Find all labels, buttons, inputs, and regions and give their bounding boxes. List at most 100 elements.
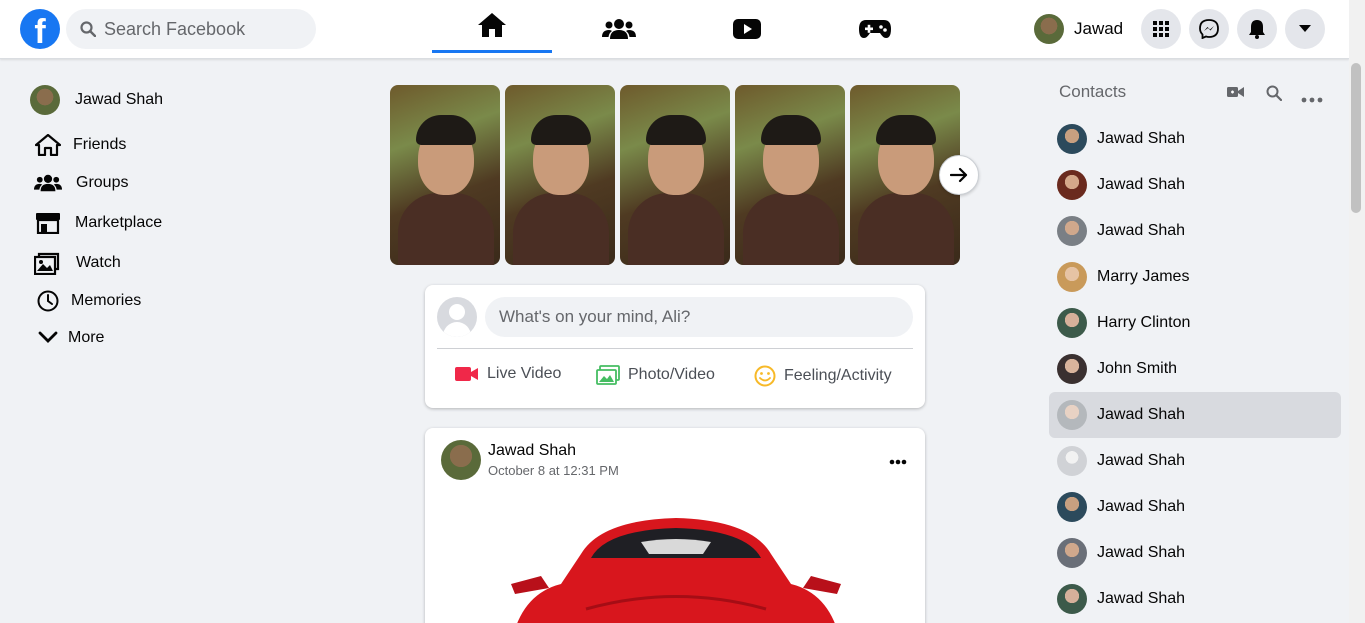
search-contacts-button[interactable]: [1266, 85, 1283, 106]
post-composer: What's on your mind, Ali? Live Video Pho…: [425, 285, 925, 408]
photo-icon: [596, 365, 620, 385]
contact-item[interactable]: Jawad Shah: [1049, 530, 1341, 576]
chevron-down-icon: [30, 331, 66, 345]
avatar: [30, 85, 60, 115]
sidebar-item-label: Marketplace: [75, 214, 163, 231]
bell-icon: [1249, 20, 1265, 39]
sidebar-item-watch[interactable]: Watch: [30, 251, 121, 275]
contact-item[interactable]: Jawad Shah: [1049, 162, 1341, 208]
account-dropdown-button[interactable]: [1285, 9, 1325, 49]
contact-name: Jawad Shah: [1097, 498, 1186, 515]
contact-item[interactable]: Harry Clinton: [1049, 300, 1341, 346]
arrow-right-icon: [950, 167, 968, 183]
contact-name: Harry Clinton: [1097, 314, 1191, 331]
sidebar-item-memories[interactable]: Memories: [30, 290, 141, 312]
profile-chip-name: Jawad: [1074, 19, 1124, 38]
tab-friends[interactable]: [559, 0, 679, 58]
sidebar-item-groups[interactable]: Groups: [30, 173, 128, 193]
sidebar-item-friends[interactable]: Friends: [30, 134, 126, 156]
contact-item[interactable]: Jawad Shah: [1049, 208, 1341, 254]
contact-name: Jawad Shah: [1097, 590, 1186, 607]
post-options-button[interactable]: [889, 452, 907, 470]
page-scrollbar[interactable]: [1349, 0, 1365, 623]
home-icon: [478, 13, 506, 37]
more-horizontal-icon: [1301, 97, 1323, 103]
search-icon: [80, 21, 96, 37]
feed-post: Jawad Shah October 8 at 12:31 PM: [425, 428, 925, 623]
sidebar-item-marketplace[interactable]: Marketplace: [30, 212, 162, 234]
story-card[interactable]: [505, 85, 615, 265]
groups-icon: [30, 173, 66, 193]
tab-gaming[interactable]: [815, 0, 935, 58]
caret-down-icon: [1299, 25, 1311, 32]
search-icon: [1266, 85, 1283, 102]
contact-item[interactable]: Marry James: [1049, 254, 1341, 300]
contact-name: Marry James: [1097, 268, 1190, 285]
menu-button[interactable]: [1141, 9, 1181, 49]
avatar: [1057, 262, 1087, 292]
sidebar-profile[interactable]: Jawad Shah: [30, 85, 163, 115]
composer-input[interactable]: What's on your mind, Ali?: [485, 297, 913, 337]
contact-item[interactable]: John Smith: [1049, 346, 1341, 392]
live-video-label: Live Video: [487, 365, 562, 382]
new-room-button[interactable]: [1227, 85, 1245, 104]
smiley-icon: [754, 365, 776, 387]
story-card[interactable]: [735, 85, 845, 265]
watch-icon: [30, 251, 66, 275]
contact-item[interactable]: Jawad Shah: [1049, 576, 1341, 622]
contact-item[interactable]: Jawad Shah: [1049, 392, 1341, 438]
profile-chip[interactable]: Jawad: [1034, 14, 1123, 44]
contacts-heading: Contacts: [1059, 82, 1127, 101]
logo-letter: f: [34, 13, 46, 49]
avatar: [1057, 124, 1087, 154]
avatar[interactable]: [441, 440, 481, 480]
avatar: [437, 297, 477, 337]
search-bar[interactable]: Search Facebook: [66, 9, 316, 49]
notifications-button[interactable]: [1237, 9, 1277, 49]
photo-video-button[interactable]: Photo/Video: [596, 365, 715, 385]
sidebar-item-more[interactable]: More: [30, 329, 104, 347]
contact-name: Jawad Shah: [1097, 544, 1186, 561]
contact-item[interactable]: Jawad Shah: [1049, 438, 1341, 484]
photo-video-label: Photo/Video: [628, 366, 715, 383]
sidebar-item-label: More: [68, 329, 105, 346]
search-placeholder: Search Facebook: [104, 19, 246, 39]
scrollbar-thumb[interactable]: [1351, 63, 1361, 213]
contact-name: Jawad Shah: [1097, 452, 1186, 469]
avatar: [1057, 538, 1087, 568]
contact-item[interactable]: Jawad Shah: [1049, 484, 1341, 530]
live-video-button[interactable]: Live Video: [455, 365, 561, 383]
messenger-button[interactable]: [1189, 9, 1229, 49]
tab-watch[interactable]: [687, 0, 807, 58]
post-image-red-car: [511, 518, 841, 623]
contacts-options-button[interactable]: [1301, 90, 1323, 108]
feeling-activity-label: Feeling/Activity: [784, 367, 892, 384]
post-author[interactable]: Jawad Shah: [488, 442, 576, 460]
avatar: [1057, 354, 1087, 384]
avatar: [1057, 400, 1087, 430]
avatar: [1057, 170, 1087, 200]
contact-name: Jawad Shah: [1097, 176, 1186, 193]
avatar: [1057, 308, 1087, 338]
friends-icon: [602, 19, 636, 39]
contact-name: Jawad Shah: [1097, 222, 1186, 239]
sidebar-item-label: Groups: [76, 174, 129, 191]
marketplace-icon: [30, 212, 66, 234]
tab-home[interactable]: [432, 0, 552, 53]
youtube-play-icon: [733, 19, 761, 39]
facebook-logo[interactable]: f: [20, 9, 60, 49]
post-timestamp[interactable]: October 8 at 12:31 PM: [488, 463, 619, 478]
avatar: [1057, 446, 1087, 476]
video-camera-icon: [455, 366, 479, 382]
sidebar-profile-name: Jawad Shah: [75, 91, 164, 108]
stories-next-button[interactable]: [939, 155, 979, 195]
messenger-icon: [1199, 19, 1219, 39]
story-card[interactable]: [390, 85, 500, 265]
contact-item[interactable]: Jawad Shah: [1049, 116, 1341, 162]
contact-name: Jawad Shah: [1097, 406, 1186, 423]
story-card[interactable]: [620, 85, 730, 265]
sidebar-item-label: Friends: [73, 136, 127, 153]
feeling-activity-button[interactable]: Feeling/Activity: [754, 365, 892, 387]
contact-name: Jawad Shah: [1097, 130, 1186, 147]
clock-icon: [30, 290, 66, 312]
